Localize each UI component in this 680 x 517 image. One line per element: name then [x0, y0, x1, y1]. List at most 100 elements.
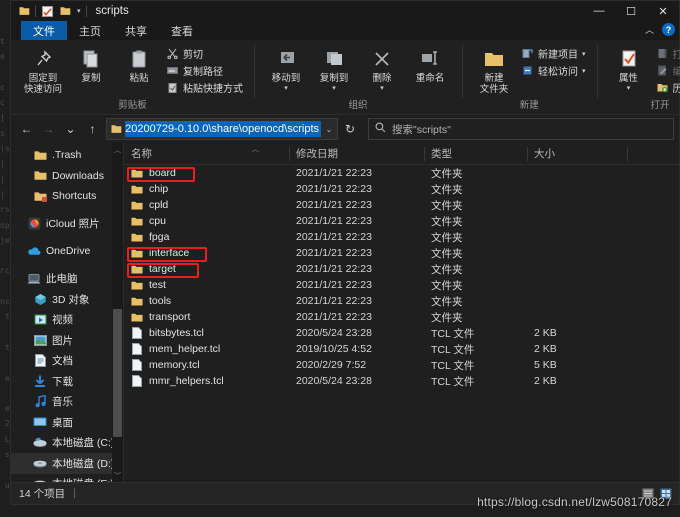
sidebar-item-3[interactable]: iCloud 照片	[11, 214, 123, 235]
copy-to-button[interactable]: 复制到 ▾	[310, 43, 358, 92]
sidebar-item-12[interactable]: 桌面	[11, 412, 123, 433]
address-bar[interactable]: enOCD-20200729-0.10.0\share\openocd\scri…	[106, 118, 338, 140]
cell-name[interactable]: cpu	[124, 215, 289, 227]
copy-path-button[interactable]: abc 复制路径	[163, 62, 246, 79]
table-row[interactable]: bitsbytes.tcl 2020/5/24 23:28 TCL 文件 2 KB	[124, 325, 679, 341]
sidebar-item-6[interactable]: 3D 对象	[11, 289, 123, 310]
minimize-button[interactable]: —	[583, 1, 615, 21]
tab-home[interactable]: 主页	[67, 21, 113, 40]
checklist-icon[interactable]	[38, 2, 56, 20]
table-row[interactable]: cpu 2021/1/21 22:23 文件夹	[124, 213, 679, 229]
sidebar-item-4[interactable]: OneDrive	[11, 241, 123, 262]
maximize-button[interactable]: ☐	[615, 1, 647, 21]
table-row[interactable]: mmr_helpers.tcl 2020/5/24 23:28 TCL 文件 2 KB	[124, 373, 679, 389]
table-row[interactable]: interface 2021/1/21 22:23 文件夹	[124, 245, 679, 261]
sidebar-item-15[interactable]: 本地磁盘 (E:)	[11, 474, 123, 482]
cell-name[interactable]: mmr_helpers.tcl	[124, 375, 289, 387]
collapse-ribbon-icon[interactable]: ︿	[645, 23, 654, 36]
rename-button[interactable]: 重命名	[406, 43, 454, 84]
sidebar-item-9[interactable]: 文档	[11, 351, 123, 372]
paste-shortcut-button[interactable]: 粘贴快捷方式	[163, 79, 246, 96]
folder-icon[interactable]	[15, 2, 33, 20]
tab-file[interactable]: 文件	[21, 21, 67, 40]
column-header-date[interactable]: 修改日期	[289, 143, 424, 165]
scroll-up-button[interactable]: ︿	[112, 143, 123, 156]
copy-button[interactable]: 复制	[67, 43, 115, 84]
folder-icon-2[interactable]	[56, 2, 74, 20]
chevron-down-icon-copyto[interactable]: ▾	[332, 84, 336, 92]
sidebar-item-5[interactable]: 此电脑	[11, 269, 123, 290]
table-row[interactable]: target 2021/1/21 22:23 文件夹	[124, 261, 679, 277]
sidebar-scroll-thumb[interactable]	[113, 309, 122, 437]
cell-name[interactable]: tools	[124, 295, 289, 307]
table-row[interactable]: transport 2021/1/21 22:23 文件夹	[124, 309, 679, 325]
tab-view[interactable]: 查看	[159, 21, 205, 40]
cell-name[interactable]: test	[124, 279, 289, 291]
table-row[interactable]: board 2021/1/21 22:23 文件夹	[124, 165, 679, 181]
close-button[interactable]: ✕	[647, 1, 679, 21]
properties-button[interactable]: 属性 ▾	[605, 43, 653, 92]
address-input[interactable]: enOCD-20200729-0.10.0\share\openocd\scri…	[125, 121, 321, 137]
file-rows[interactable]: board 2021/1/21 22:23 文件夹 chip 2021/1/21 22:…	[124, 165, 679, 482]
forward-button[interactable]: →	[38, 118, 59, 140]
up-button[interactable]: ↑	[82, 118, 103, 140]
table-row[interactable]: cpld 2021/1/21 22:23 文件夹	[124, 197, 679, 213]
sidebar-item-13[interactable]: 本地磁盘 (C:)	[11, 433, 123, 454]
new-item-button[interactable]: 新建项目 ▾	[518, 45, 589, 62]
refresh-button[interactable]: ↻	[339, 118, 361, 140]
sidebar-scrollbar[interactable]: ︿ ﹀	[112, 143, 123, 482]
sidebar-item-14[interactable]: 本地磁盘 (D:)	[11, 453, 123, 474]
chevron-down-icon-move[interactable]: ▾	[284, 84, 288, 92]
cell-name[interactable]: interface	[124, 247, 289, 259]
column-header-size[interactable]: 大小	[527, 143, 627, 165]
table-row[interactable]: test 2021/1/21 22:23 文件夹	[124, 277, 679, 293]
cell-name[interactable]: mem_helper.tcl	[124, 343, 289, 355]
cell-name[interactable]: board	[124, 167, 289, 179]
cell-name[interactable]: chip	[124, 183, 289, 195]
tab-share[interactable]: 共享	[113, 21, 159, 40]
help-button[interactable]: ?	[662, 23, 675, 36]
cell-name[interactable]: cpld	[124, 199, 289, 211]
sidebar-item-10[interactable]: 下载	[11, 371, 123, 392]
table-row[interactable]: memory.tcl 2020/2/29 7:52 TCL 文件 5 KB	[124, 357, 679, 373]
sidebar-item-8[interactable]: 图片	[11, 330, 123, 351]
cut-button[interactable]: 剪切	[163, 45, 246, 62]
table-row[interactable]: chip 2021/1/21 22:23 文件夹	[124, 181, 679, 197]
sidebar-item-1[interactable]: Downloads	[11, 166, 123, 187]
chevron-down-icon-delete[interactable]: ▾	[380, 84, 384, 92]
chevron-down-icon-easyaccess[interactable]: ▾	[582, 67, 586, 75]
column-header-spare[interactable]	[627, 143, 679, 165]
history-button[interactable]: 历史记录	[653, 79, 680, 96]
chevron-down-icon-properties[interactable]: ▾	[627, 84, 631, 92]
new-folder-button[interactable]: 新建 文件夹	[470, 43, 518, 95]
table-row[interactable]: tools 2021/1/21 22:23 文件夹	[124, 293, 679, 309]
scroll-down-button[interactable]: ﹀	[112, 469, 123, 482]
paste-button[interactable]: 粘贴	[115, 43, 163, 84]
column-header-name[interactable]: 名称 ︿	[124, 143, 289, 165]
easy-access-button[interactable]: 轻松访问 ▾	[518, 62, 589, 79]
pin-to-quick-access-button[interactable]: 固定到 快速访问	[19, 43, 67, 95]
sidebar-item-11[interactable]: 音乐	[11, 392, 123, 413]
sidebar-item-7[interactable]: 视频	[11, 310, 123, 331]
chevron-down-icon-address[interactable]: ⌄	[321, 125, 337, 134]
search-box[interactable]: 搜索"scripts"	[368, 118, 674, 140]
navigation-tree[interactable]: .Trash Downloads Shortcuts iCloud 照片 OneDriv…	[11, 143, 123, 482]
chevron-down-icon-newitem[interactable]: ▾	[582, 50, 586, 58]
search-input[interactable]: 搜索"scripts"	[392, 122, 451, 137]
table-row[interactable]: fpga 2021/1/21 22:23 文件夹	[124, 229, 679, 245]
move-to-button[interactable]: 移动到 ▾	[262, 43, 310, 92]
delete-button[interactable]: 删除 ▾	[358, 43, 406, 92]
sidebar-item-2[interactable]: Shortcuts	[11, 186, 123, 207]
edit-button[interactable]: 编辑	[653, 62, 680, 79]
column-header-type[interactable]: 类型	[424, 143, 527, 165]
recent-locations-button[interactable]: ⌄	[60, 118, 81, 140]
quick-access-toolbar[interactable]: ▾	[11, 2, 89, 20]
cell-name[interactable]: target	[124, 263, 289, 275]
cell-name[interactable]: fpga	[124, 231, 289, 243]
cell-name[interactable]: transport	[124, 311, 289, 323]
chevron-down-icon[interactable]: ▾	[74, 7, 84, 15]
table-row[interactable]: mem_helper.tcl 2019/10/25 4:52 TCL 文件 2 KB	[124, 341, 679, 357]
back-button[interactable]: ←	[16, 118, 37, 140]
sidebar-item-0[interactable]: .Trash	[11, 145, 123, 166]
cell-name[interactable]: bitsbytes.tcl	[124, 327, 289, 339]
